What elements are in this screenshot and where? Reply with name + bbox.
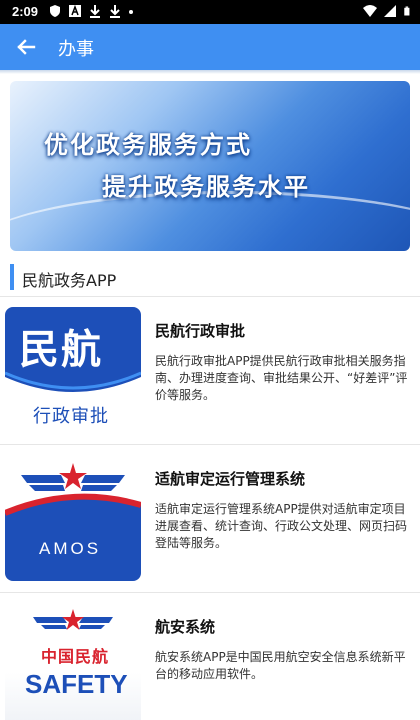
battery-icon <box>404 6 410 16</box>
app-description: 适航审定运行管理系统APP提供对适航审定项目进展查看、统计查询、行政公文处理、网… <box>155 502 408 550</box>
logo-bottom-text: 行政审批 <box>33 406 109 427</box>
signal-icon <box>384 5 396 17</box>
status-bar: 2:09 <box>0 0 420 24</box>
logo-top-text: 民航 <box>19 327 103 373</box>
app-name: 民航行政审批 <box>155 322 246 340</box>
app-logo-amos: AMOS <box>5 455 141 581</box>
app-description: 民航行政审批APP提供民航行政审批相关服务指南、办理进度查询、审批结果公开、“好… <box>155 354 408 402</box>
app-bar-shadow <box>0 70 420 74</box>
list-item-app-amos[interactable]: AMOS 适航审定运行管理系统 适航审定运行管理系统APP提供对适航审定项目进展… <box>0 445 420 593</box>
logo-text: AMOS <box>39 539 102 558</box>
section-accent-bar <box>10 264 14 290</box>
logo-top-text: 中国民航 <box>41 647 110 666</box>
list-item-app-approval[interactable]: 民航 行政审批 民航行政审批 民航行政审批APP提供民航行政审批相关服务指南、办… <box>0 297 420 445</box>
app-name: 航安系统 <box>155 618 216 636</box>
banner-line-2: 提升政务服务水平 <box>102 173 310 201</box>
shield-icon <box>50 5 60 17</box>
banner[interactable]: 优化政务服务方式 提升政务服务水平 <box>10 81 410 251</box>
banner-line-1: 优化政务服务方式 <box>44 131 252 159</box>
app-name: 适航审定运行管理系统 <box>155 470 306 488</box>
section-header: 民航政务APP <box>0 262 420 292</box>
wifi-icon <box>363 5 377 17</box>
app-logo-safety: 中国民航 SAFETY <box>5 603 141 720</box>
page-title: 办事 <box>58 39 94 60</box>
a-icon <box>69 4 81 17</box>
status-time: 2:09 <box>12 4 39 19</box>
download-icon <box>110 5 120 18</box>
app-logo-approval: 民航 行政审批 <box>5 307 141 433</box>
logo-bottom-text: SAFETY <box>25 669 128 699</box>
app-description: 航安系统APP是中国民用航空安全信息系统新平台的移动应用软件。 <box>155 650 406 681</box>
dot-icon <box>128 4 134 18</box>
section-title: 民航政务APP <box>22 271 117 290</box>
app-bar: 办事 <box>0 24 420 70</box>
back-arrow-icon[interactable] <box>12 33 40 61</box>
list-item-app-safety[interactable]: 中国民航 SAFETY 航安系统 航安系统APP是中国民用航空安全信息系统新平台… <box>0 593 420 720</box>
download-icon <box>90 5 100 18</box>
